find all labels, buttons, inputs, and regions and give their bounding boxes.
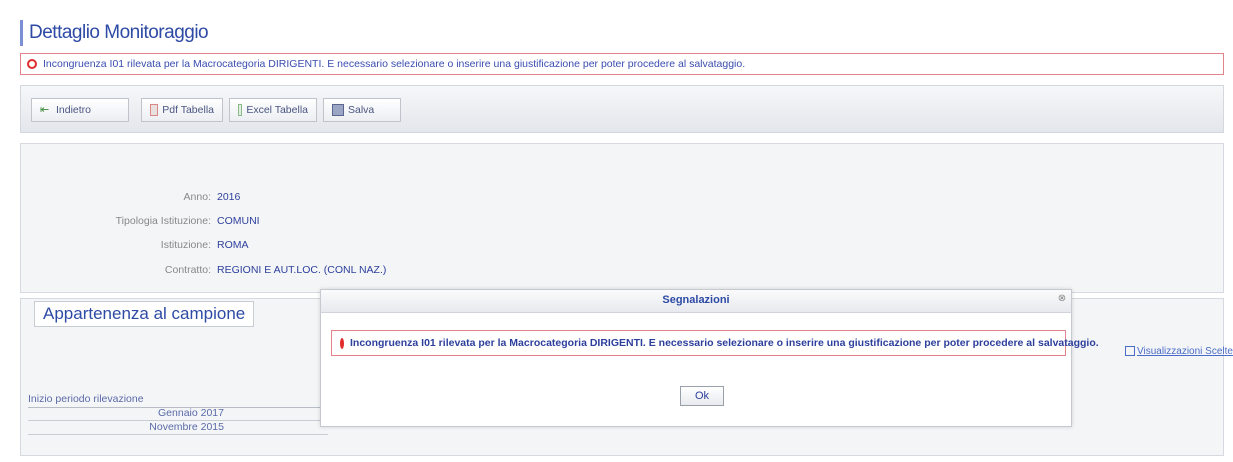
visualizzazioni-link-label: Visualizzazioni Scelte bbox=[1137, 346, 1233, 357]
segnalazioni-dialog: Segnalazioni ⊗ Incongruenza I01 rilevata… bbox=[320, 289, 1099, 427]
visualizzazioni-scelte-link[interactable]: Visualizzazioni Scelte bbox=[1125, 346, 1233, 357]
table-cell: Novembre 2015 bbox=[149, 421, 224, 433]
excel-table-button[interactable]: Excel Tabella bbox=[229, 98, 317, 122]
back-button[interactable]: ⇤ Indietro bbox=[31, 98, 129, 122]
table-row: Novembre 2015 bbox=[28, 421, 328, 435]
save-button[interactable]: Salva bbox=[323, 98, 401, 122]
tipologia-row: Tipologia Istituzione: COMUNI bbox=[21, 215, 621, 229]
contratto-value: REGIONI E AUT.LOC. (CONL NAZ.) bbox=[217, 264, 387, 276]
pdf-table-button[interactable]: Pdf Tabella bbox=[141, 98, 223, 122]
anno-value: 2016 bbox=[217, 191, 241, 203]
tipologia-value: COMUNI bbox=[217, 215, 260, 227]
pdf-button-label: Pdf Tabella bbox=[162, 104, 214, 116]
table-header: Inizio periodo rilevazione bbox=[28, 393, 328, 408]
arrow-left-icon: ⇤ bbox=[40, 104, 50, 116]
excel-button-label: Excel Tabella bbox=[246, 104, 308, 116]
grid-icon bbox=[1125, 346, 1135, 357]
istituzione-row: Istituzione: ROMA bbox=[21, 239, 621, 253]
istituzione-value: ROMA bbox=[217, 239, 249, 251]
page-title-wrap: Dettaglio Monitoraggio bbox=[20, 20, 209, 46]
istituzione-label: Istituzione: bbox=[160, 239, 211, 251]
dialog-alert: Incongruenza I01 rilevata per la Macroca… bbox=[331, 330, 1099, 356]
toolbar: ⇤ Indietro Pdf Tabella Excel Tabella Sal… bbox=[20, 85, 1224, 133]
anno-label: Anno: bbox=[183, 191, 211, 203]
dialog-title: Segnalazioni bbox=[662, 294, 730, 306]
page-title: Dettaglio Monitoraggio bbox=[29, 22, 209, 43]
table-cell: Gennaio 2017 bbox=[158, 407, 224, 419]
dialog-header: Segnalazioni ⊗ bbox=[321, 290, 1071, 313]
dialog-message: Incongruenza I01 rilevata per la Macroca… bbox=[350, 337, 1099, 349]
warning-icon bbox=[27, 59, 37, 69]
top-alert: Incongruenza I01 rilevata per la Macroca… bbox=[20, 53, 1224, 75]
back-button-label: Indietro bbox=[56, 104, 92, 116]
campione-section-title: Appartenenza al campione bbox=[34, 301, 255, 327]
floppy-disk-icon bbox=[332, 104, 344, 116]
ok-button[interactable]: Ok bbox=[680, 386, 724, 406]
close-icon[interactable]: ⊗ bbox=[1056, 293, 1068, 305]
table-row: Gennaio 2017 bbox=[28, 407, 328, 421]
save-button-label: Salva bbox=[348, 104, 375, 116]
excel-icon bbox=[238, 104, 243, 116]
top-alert-text: Incongruenza I01 rilevata per la Macroca… bbox=[43, 58, 746, 70]
pdf-icon bbox=[150, 104, 159, 116]
tipologia-label: Tipologia Istituzione: bbox=[115, 215, 211, 227]
contratto-label: Contratto: bbox=[164, 264, 211, 276]
anno-row: Anno: 2016 bbox=[21, 191, 621, 205]
warning-icon bbox=[340, 337, 344, 349]
info-panel: Anno: 2016 Tipologia Istituzione: COMUNI… bbox=[20, 143, 1224, 293]
contratto-row: Contratto: REGIONI E AUT.LOC. (CONL NAZ.… bbox=[21, 264, 621, 278]
